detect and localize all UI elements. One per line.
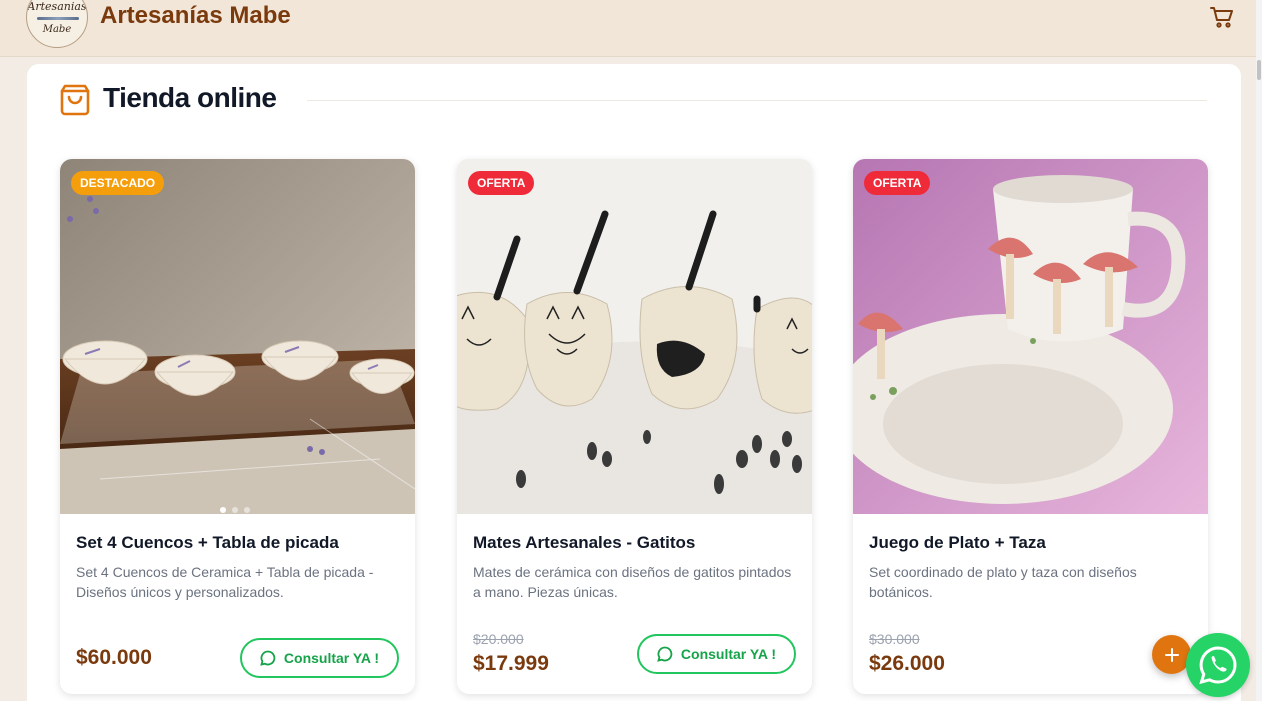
product-title[interactable]: Juego de Plato + Taza <box>869 533 1046 553</box>
product-image[interactable] <box>60 159 415 514</box>
section-title: Tienda online <box>103 82 277 113</box>
page-scrollbar[interactable] <box>1256 0 1262 701</box>
consult-button[interactable]: Consultar YA ! <box>637 634 796 674</box>
consult-button-label: Consultar YA ! <box>283 650 380 666</box>
product-price: $26.000 <box>869 652 945 675</box>
product-card[interactable]: OFERTA Juego de Plato + Taza Set coordin… <box>853 159 1208 694</box>
logo-text-line1: Artesanias <box>27 0 87 13</box>
logo-brush-stroke <box>37 17 79 20</box>
product-price: $60.000 <box>76 646 152 669</box>
product-old-price: $20.000 <box>473 631 524 647</box>
product-image[interactable] <box>853 159 1208 514</box>
whatsapp-icon <box>1199 646 1237 685</box>
product-price: $17.999 <box>473 652 549 675</box>
product-card[interactable]: DESTACADO Set 4 Cuencos + Tabla de picad… <box>60 159 415 694</box>
carousel-dot[interactable] <box>232 507 238 513</box>
sale-badge: OFERTA <box>468 171 535 195</box>
consult-button-label: Consultar YA ! <box>680 646 777 662</box>
mates-photo <box>457 159 812 514</box>
site-header: Artesanias Mabe Artesanías Mabe <box>0 0 1256 57</box>
carousel-dots[interactable] <box>220 500 256 518</box>
shopping-bag-icon <box>60 84 90 116</box>
plate-cup-photo <box>853 159 1208 514</box>
carousel-dot[interactable] <box>220 507 226 513</box>
product-title[interactable]: Set 4 Cuencos + Tabla de picada <box>76 533 339 553</box>
whatsapp-button[interactable] <box>1186 633 1250 697</box>
chat-icon <box>260 650 276 666</box>
product-description: Mates de cerámica con diseños de gatitos… <box>473 564 792 600</box>
sale-badge: OFERTA <box>864 171 931 195</box>
product-title[interactable]: Mates Artesanales - Gatitos <box>473 533 695 553</box>
chat-icon <box>657 646 673 662</box>
product-image[interactable] <box>457 159 812 514</box>
bowls-photo <box>60 159 415 514</box>
carousel-dot[interactable] <box>244 507 250 513</box>
product-old-price: $30.000 <box>869 631 920 647</box>
product-description: Set 4 Cuencos de Ceramica + Tabla de pic… <box>76 564 374 600</box>
scrollbar-thumb[interactable] <box>1257 60 1261 80</box>
featured-badge: DESTACADO <box>71 171 165 195</box>
cart-icon <box>1210 7 1233 28</box>
plus-icon <box>1164 647 1179 662</box>
cart-button[interactable] <box>1208 4 1236 30</box>
logo[interactable]: Artesanias Mabe <box>26 0 88 48</box>
brand-name[interactable]: Artesanías Mabe <box>100 2 291 30</box>
title-divider <box>307 100 1207 101</box>
logo-text-line2: Mabe <box>42 24 72 35</box>
consult-button[interactable]: Consultar YA ! <box>240 638 399 678</box>
product-description: Set coordinado de plato y taza con diseñ… <box>869 564 1137 600</box>
add-floating-button[interactable] <box>1152 635 1191 674</box>
product-card[interactable]: OFERTA Mates Artesanales - Gatitos Mates… <box>457 159 812 694</box>
